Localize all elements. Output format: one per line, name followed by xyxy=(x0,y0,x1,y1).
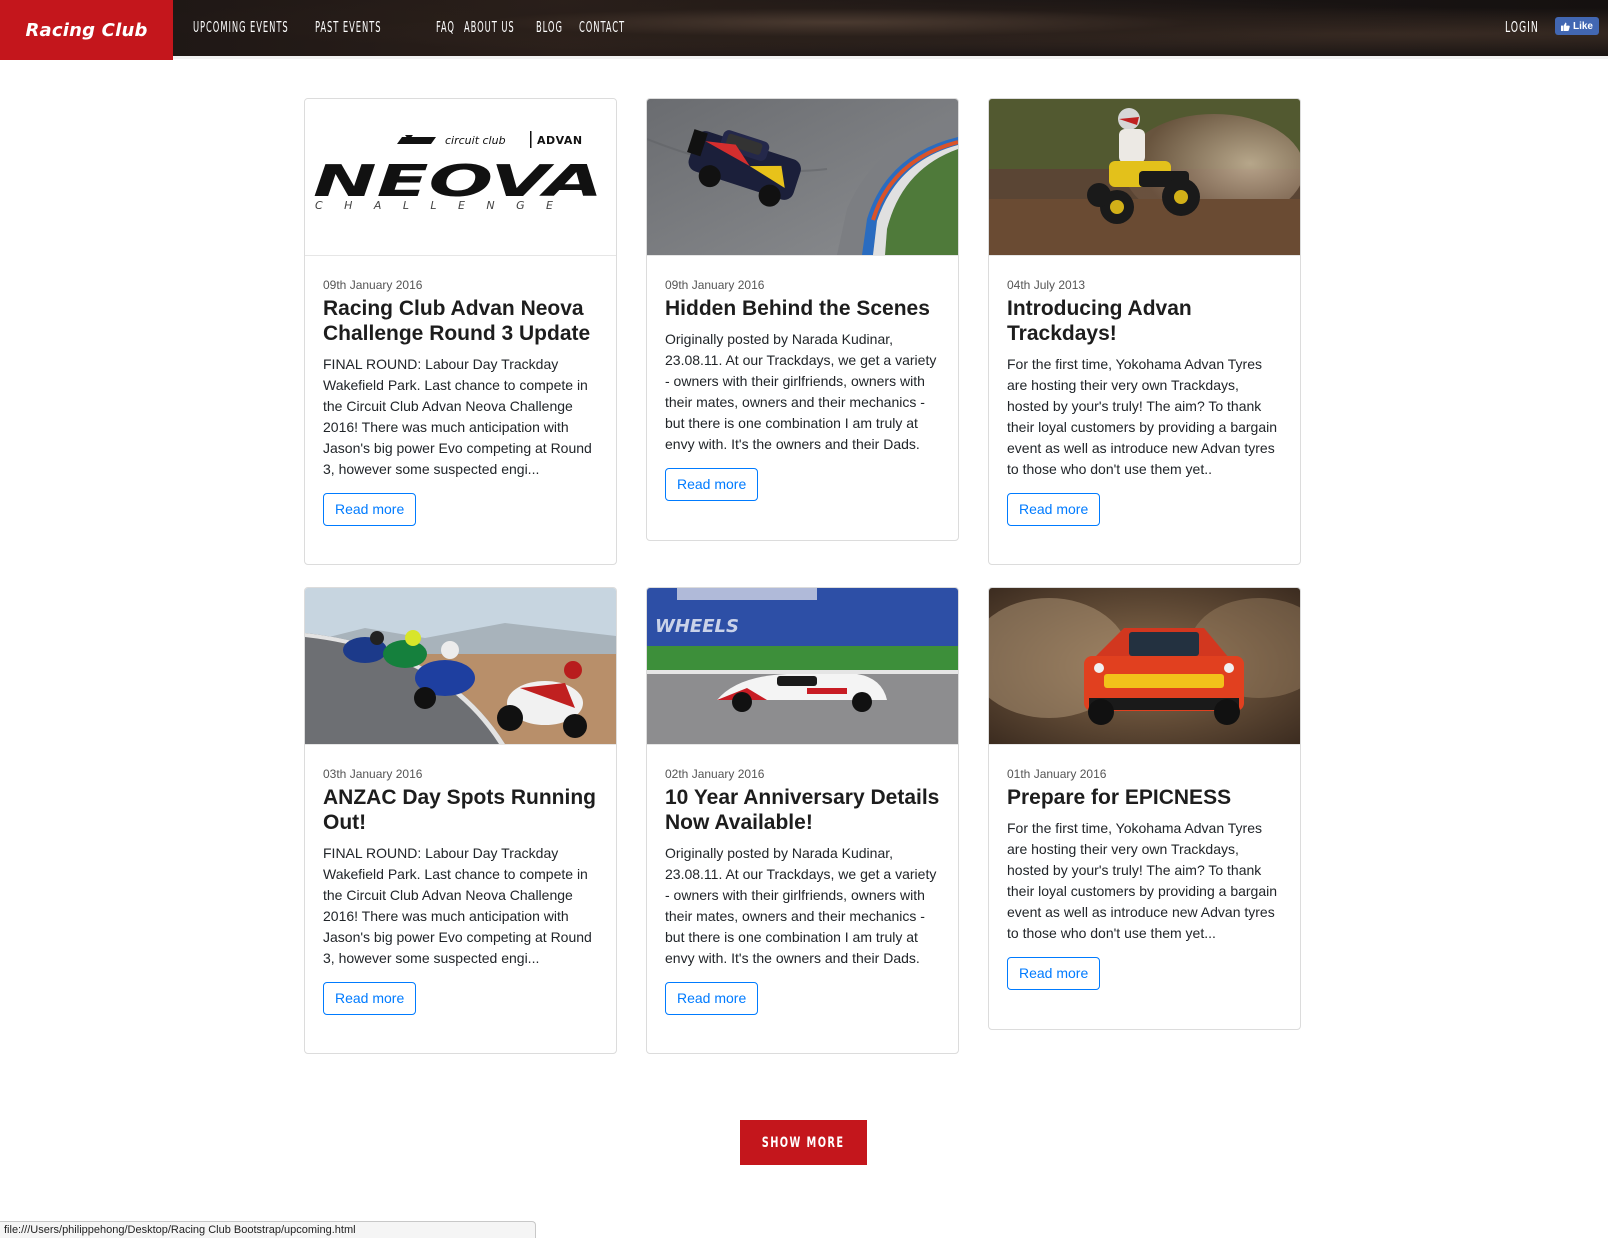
top-navbar: Racing Club UPCOMING EVENTS PAST EVENTS … xyxy=(0,0,1608,60)
card-title: Hidden Behind the Scenes xyxy=(665,297,930,320)
card-image-le-mans-car: WHEELS xyxy=(647,588,958,745)
card-image-race-car xyxy=(647,99,958,256)
read-more-button[interactable]: Read more xyxy=(323,982,417,1015)
card-title: 10 Year Anniversary Details Now Availabl… xyxy=(665,786,940,834)
nav-faq[interactable]: FAQ xyxy=(436,18,455,36)
card-excerpt: FINAL ROUND: Labour Day Trackday Wakefie… xyxy=(323,356,592,477)
card-date: 09th January 2016 xyxy=(665,278,765,292)
card-excerpt: For the first time, Yokohama Advan Tyres… xyxy=(1007,820,1278,941)
card-excerpt: For the first time, Yokohama Advan Tyres… xyxy=(1007,356,1278,477)
card-logo-advan: ADVAN xyxy=(537,134,583,147)
read-more-button[interactable]: Read more xyxy=(1007,493,1101,526)
event-card: circuit club ADVAN NEOVA CHALLENGE 09th … xyxy=(304,98,617,565)
card-excerpt: Originally posted by Narada Kudinar, 23.… xyxy=(665,845,937,966)
card-title: Prepare for EPICNESS xyxy=(1007,786,1232,809)
card-title: ANZAC Day Spots Running Out! xyxy=(323,786,596,834)
nav-about-us[interactable]: ABOUT US xyxy=(464,18,515,36)
thumbs-up-icon xyxy=(1560,21,1570,31)
event-card: 04th July 2013 Introducing Advan Trackda… xyxy=(988,98,1301,565)
card-image-quad-bike xyxy=(989,99,1300,256)
card-logo-challenge: CHALLENGE xyxy=(315,199,553,212)
nav-blog[interactable]: BLOG xyxy=(536,18,563,36)
event-card: 03th January 2016 ANZAC Day Spots Runnin… xyxy=(304,587,617,1054)
card-date: 02th January 2016 xyxy=(665,767,765,781)
login-link[interactable]: LOGIN xyxy=(1505,18,1539,36)
browser-status-bar: file:///Users/philippehong/Desktop/Racin… xyxy=(0,1221,536,1238)
read-more-button[interactable]: Read more xyxy=(1007,957,1101,990)
read-more-button[interactable]: Read more xyxy=(665,468,759,501)
facebook-like-label: Like xyxy=(1572,20,1593,32)
card-title: Introducing Advan Trackdays! xyxy=(1007,297,1192,345)
read-more-button[interactable]: Read more xyxy=(323,493,417,526)
card-date: 04th July 2013 xyxy=(1007,278,1086,292)
nav-past-events[interactable]: PAST EVENTS xyxy=(315,18,381,36)
show-more-label: SHOW MORE xyxy=(762,1134,845,1151)
event-card: 09th January 2016 Hidden Behind the Scen… xyxy=(646,98,959,541)
card-excerpt: FINAL ROUND: Labour Day Trackday Wakefie… xyxy=(323,845,592,966)
nav-upcoming-events[interactable]: UPCOMING EVENTS xyxy=(193,18,289,36)
card-image-motorbikes xyxy=(305,588,616,745)
nav-contact[interactable]: CONTACT xyxy=(579,18,625,36)
card-date: 03th January 2016 xyxy=(323,767,423,781)
brand-name: Racing Club xyxy=(25,19,148,41)
brand-logo[interactable]: Racing Club xyxy=(0,0,173,60)
facebook-like-button[interactable]: Like xyxy=(1555,17,1599,35)
event-card: WHEELS 02th January 2016 10 Year Anniver… xyxy=(646,587,959,1054)
card-image-neova-logo: circuit club ADVAN NEOVA CHALLENGE xyxy=(305,99,616,256)
card-date: 01th January 2016 xyxy=(1007,767,1107,781)
card-logo-circuit-club: circuit club xyxy=(445,134,506,147)
card-excerpt: Originally posted by Narada Kudinar, 23.… xyxy=(665,331,937,452)
status-url: file:///Users/philippehong/Desktop/Racin… xyxy=(4,1224,356,1236)
card-image-text: WHEELS xyxy=(655,616,739,637)
card-title: Racing Club Advan Neova Challenge Round … xyxy=(323,297,591,345)
read-more-button[interactable]: Read more xyxy=(665,982,759,1015)
card-image-rally-car xyxy=(989,588,1300,745)
main-nav: UPCOMING EVENTS PAST EVENTS FAQ ABOUT US… xyxy=(193,18,639,37)
show-more-button[interactable]: SHOW MORE xyxy=(740,1120,867,1165)
card-date: 09th January 2016 xyxy=(323,278,423,292)
event-card: 01th January 2016 Prepare for EPICNESS F… xyxy=(988,587,1301,1030)
